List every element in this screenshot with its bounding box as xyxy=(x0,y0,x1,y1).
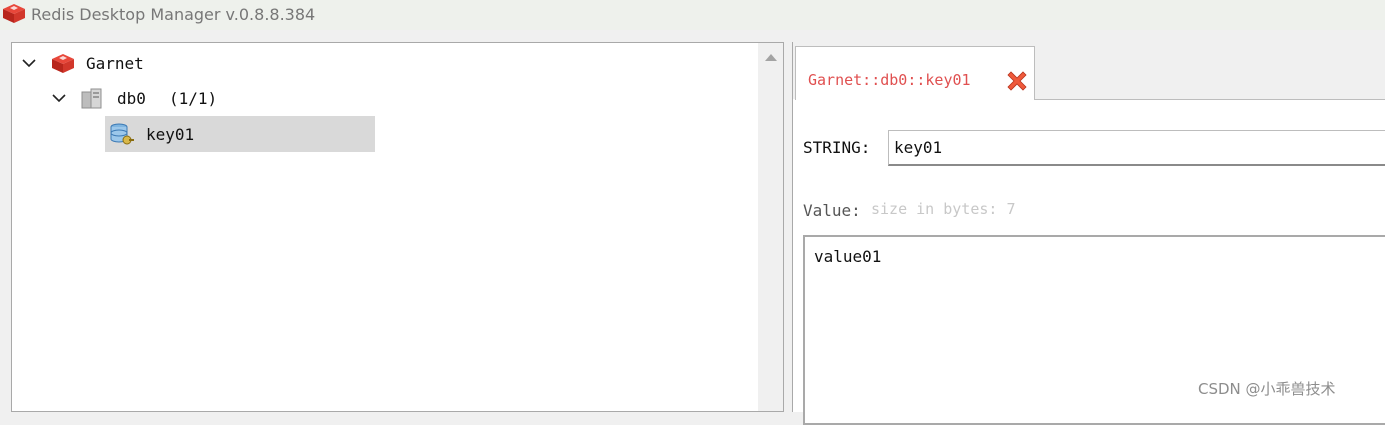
key-type-label: STRING: xyxy=(803,138,871,157)
tab-divider xyxy=(1035,99,1385,100)
database-key-count: (1/1) xyxy=(169,89,218,108)
chevron-down-icon[interactable] xyxy=(22,58,36,68)
tree-item-connection[interactable]: Garnet xyxy=(12,45,752,81)
connection-label: Garnet xyxy=(86,54,144,73)
key-icon xyxy=(110,123,134,145)
connection-tree[interactable]: Garnet db0 (1/1) key01 xyxy=(11,42,784,412)
tab-label: Garnet::db0::key01 xyxy=(808,71,971,89)
tree-scrollbar[interactable] xyxy=(758,43,783,411)
scroll-up-icon[interactable] xyxy=(765,54,777,61)
redis-server-icon xyxy=(52,54,74,73)
title-bar: Redis Desktop Manager v.0.8.8.384 xyxy=(0,0,1385,30)
window-title: Redis Desktop Manager v.0.8.8.384 xyxy=(31,5,316,24)
database-icon xyxy=(81,88,102,109)
key-label: key01 xyxy=(146,125,195,144)
chevron-down-icon[interactable] xyxy=(52,93,66,103)
value-label: Value: xyxy=(803,201,861,220)
tree-item-database[interactable]: db0 (1/1) xyxy=(12,80,752,116)
tree-item-key[interactable]: key01 xyxy=(105,116,375,152)
key-editor-panel: Garnet::db0::key01 STRING: key01 Value: … xyxy=(792,42,1385,425)
close-icon[interactable] xyxy=(1003,67,1031,95)
key-name-input[interactable]: key01 xyxy=(888,130,1385,166)
watermark-text: CSDN @小乖兽技术 xyxy=(1198,380,1336,398)
value-text: value01 xyxy=(814,247,882,266)
redis-logo-icon xyxy=(3,4,25,23)
database-label: db0 xyxy=(117,89,146,108)
tab-key01[interactable]: Garnet::db0::key01 xyxy=(795,46,1035,100)
value-size-hint: size in bytes: 7 xyxy=(871,200,1016,218)
